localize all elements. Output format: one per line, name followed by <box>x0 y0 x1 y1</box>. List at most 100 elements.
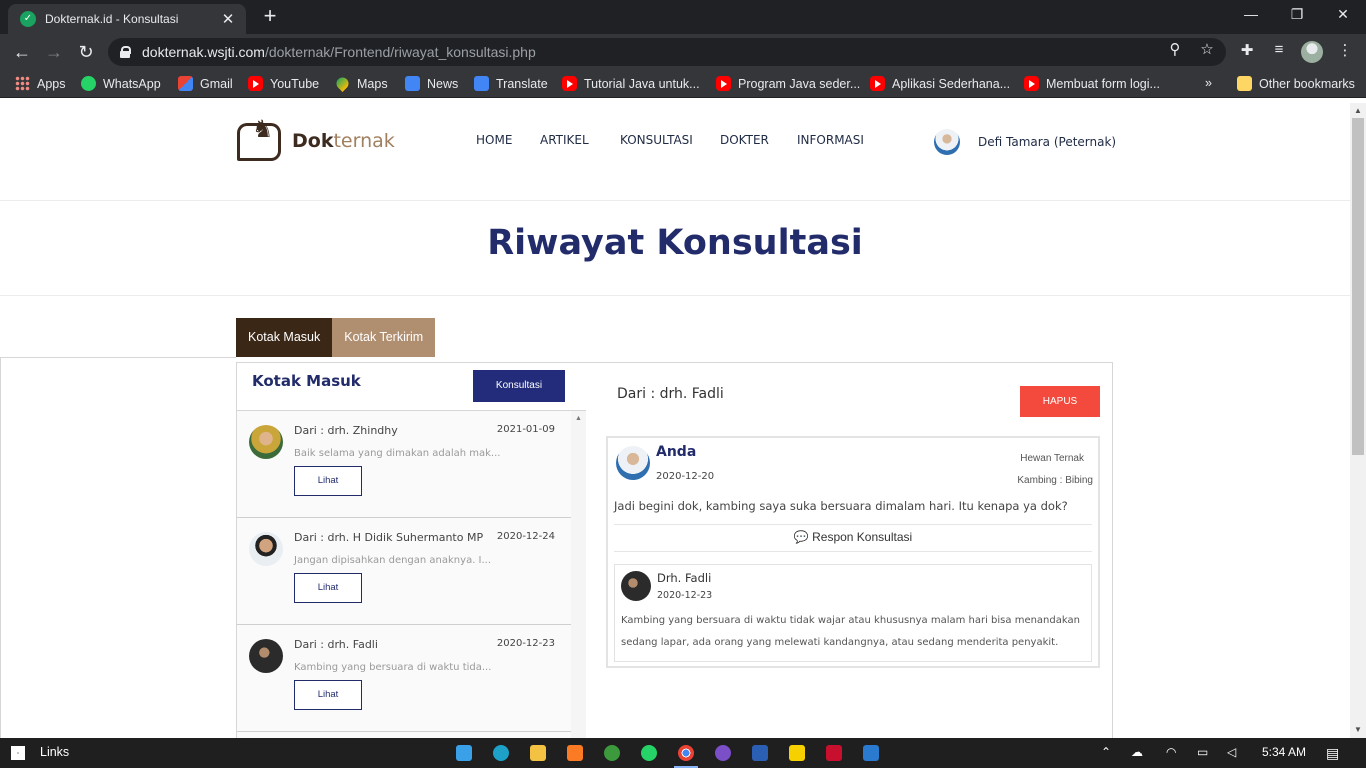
bookmark-apps[interactable]: Apps <box>15 76 66 91</box>
list-item[interactable]: Dari : drh. H Didik Suhermanto MP 2020-1… <box>237 518 571 625</box>
reply-author: Drh. Fadli <box>657 571 712 585</box>
bookmark-form-login[interactable]: Membuat form logi... <box>1024 76 1160 91</box>
app-icon[interactable] <box>863 745 879 761</box>
bookmark-maps[interactable]: Maps <box>334 75 388 92</box>
list-item[interactable]: Dari : drh. Zhindhy 2021-01-09 Baik sela… <box>237 411 571 518</box>
maps-icon <box>334 75 351 92</box>
gmail-icon <box>178 76 193 91</box>
tab-kotak-terkirim[interactable]: Kotak Terkirim <box>332 318 436 357</box>
bookmark-whatsapp[interactable]: WhatsApp <box>81 76 161 91</box>
wifi-icon[interactable]: ◠ <box>1166 745 1176 759</box>
reply-text: Kambing yang bersuara di waktu tidak waj… <box>621 615 1080 648</box>
calendar-app-icon[interactable] <box>456 745 472 761</box>
avatar <box>249 639 283 673</box>
message-preview: Kambing yang bersuara di waktu tida... <box>294 662 492 673</box>
close-tab-icon[interactable]: ✕ <box>220 10 236 28</box>
delete-button[interactable]: HAPUS <box>1020 386 1100 417</box>
edge-icon[interactable] <box>493 745 509 761</box>
chrome-icon[interactable] <box>674 745 698 768</box>
nav-artikel[interactable]: ARTIKEL <box>540 133 589 147</box>
zoom-icon[interactable]: ⚲ <box>1166 40 1184 58</box>
app-icon[interactable] <box>715 745 731 761</box>
message-sender: Dari : drh. Zhindhy <box>294 424 398 437</box>
youtube-icon <box>562 76 577 91</box>
word-icon[interactable] <box>752 745 768 761</box>
address-bar[interactable]: dokternak.wsjti.com/dokternak/Frontend/r… <box>108 38 1226 66</box>
volume-icon[interactable]: ◁ <box>1227 745 1236 759</box>
new-tab-icon[interactable]: + <box>258 5 282 27</box>
minimize-icon[interactable]: — <box>1241 6 1261 22</box>
forward-icon[interactable]: → <box>42 41 66 63</box>
nav-home[interactable]: HOME <box>476 133 512 147</box>
lihat-button[interactable]: Lihat <box>294 573 362 603</box>
bookmark-tutorial-java[interactable]: Tutorial Java untuk... <box>562 76 700 91</box>
tab-title: Dokternak.id - Konsultasi <box>45 12 179 26</box>
restore-icon[interactable]: ❐ <box>1287 6 1307 23</box>
battery-icon[interactable]: ▭ <box>1197 745 1208 759</box>
scrollbar-thumb[interactable] <box>1352 118 1364 455</box>
tab-kotak-masuk[interactable]: Kotak Masuk <box>236 318 333 357</box>
user-menu[interactable]: Defi Tamara (Peternak) <box>934 129 1116 155</box>
nav-dokter[interactable]: DOKTER <box>720 133 769 147</box>
media-control-icon[interactable]: ≡ <box>1268 41 1290 58</box>
bookmark-news[interactable]: News <box>405 76 458 91</box>
question-date: 2020-12-20 <box>656 471 715 482</box>
animal-value: Kambing : Bibing <box>1017 475 1093 486</box>
back-icon[interactable]: ← <box>10 41 34 63</box>
whatsapp-icon[interactable] <box>641 745 657 761</box>
list-item[interactable]: Dari : drh. Fadli 2020-12-23 Kambing yan… <box>237 625 571 732</box>
inbox-title: Kotak Masuk <box>252 372 361 390</box>
app-icon[interactable] <box>826 745 842 761</box>
file-explorer-icon[interactable] <box>530 745 546 761</box>
scroll-up-icon[interactable]: ▲ <box>575 415 582 422</box>
divider <box>0 295 1350 296</box>
bookmark-translate[interactable]: Translate <box>474 76 548 91</box>
other-bookmarks[interactable]: Other bookmarks <box>1237 76 1355 91</box>
xampp-icon[interactable] <box>567 745 583 761</box>
extensions-icon[interactable]: ✚ <box>1236 41 1258 59</box>
sticky-notes-icon[interactable] <box>789 745 805 761</box>
nav-informasi[interactable]: INFORMASI <box>797 133 864 147</box>
app-icon[interactable] <box>604 745 620 761</box>
onedrive-icon[interactable]: ☁ <box>1131 745 1143 759</box>
bookmark-program-java[interactable]: Program Java seder... <box>716 76 860 91</box>
bookmark-star-icon[interactable]: ☆ <box>1198 40 1216 58</box>
bookmark-youtube[interactable]: YouTube <box>248 76 319 91</box>
youtube-icon <box>870 76 885 91</box>
bookmark-aplikasi[interactable]: Aplikasi Sederhana... <box>870 76 1010 91</box>
lihat-button[interactable]: Lihat <box>294 466 362 496</box>
site-logo[interactable]: ♞ Dokternak <box>236 115 395 167</box>
web-page: ♞ Dokternak HOME ARTIKEL KONSULTASI DOKT… <box>0 103 1350 738</box>
browser-toolbar: ← → ↻ dokternak.wsjti.com/dokternak/Fron… <box>0 34 1366 70</box>
respon-konsultasi-toggle[interactable]: 💬 Respon Konsultasi <box>614 524 1092 552</box>
lock-icon[interactable] <box>120 46 131 58</box>
detail-sender: Dari : drh. Fadli <box>617 386 724 402</box>
bookmark-gmail[interactable]: Gmail <box>178 76 233 91</box>
menu-icon[interactable]: ⋮ <box>1334 41 1356 59</box>
konsultasi-button[interactable]: Konsultasi <box>473 370 565 402</box>
animal-label: Hewan Ternak <box>1020 453 1084 464</box>
user-name: Defi Tamara (Peternak) <box>978 135 1117 149</box>
message-detail-panel: Dari : drh. Fadli HAPUS Anda 2020-12-20 … <box>586 362 1113 738</box>
profile-avatar[interactable] <box>1301 41 1323 63</box>
message-list: Dari : drh. Zhindhy 2021-01-09 Baik sela… <box>237 411 571 732</box>
page-scrollbar[interactable]: ▲ ▼ <box>1350 103 1366 738</box>
clock[interactable]: 5:34 AM <box>1262 745 1306 759</box>
links-toolbar[interactable]: Links <box>40 745 69 759</box>
logo-horse-icon: ♞ <box>236 115 286 167</box>
nav-konsultasi[interactable]: KONSULTASI <box>620 133 693 147</box>
list-scrollbar[interactable]: ▲ <box>571 411 586 738</box>
close-window-icon[interactable]: ✕ <box>1333 6 1353 23</box>
lihat-button[interactable]: Lihat <box>294 680 362 710</box>
site-favicon-icon: ✓ <box>20 11 36 27</box>
divider <box>0 357 236 358</box>
more-bookmarks-button[interactable]: » <box>1205 76 1212 90</box>
reload-icon[interactable]: ↻ <box>74 41 98 63</box>
url-host: dokternak.wsjti.com <box>142 44 265 60</box>
windows-start-icon[interactable] <box>11 746 25 760</box>
scroll-down-icon[interactable]: ▼ <box>1354 725 1362 734</box>
browser-tab[interactable]: ✓ Dokternak.id - Konsultasi ✕ <box>8 4 246 34</box>
chevron-up-icon[interactable]: ⌃ <box>1101 745 1111 759</box>
notification-icon[interactable]: ▤ <box>1326 745 1339 762</box>
scroll-up-icon[interactable]: ▲ <box>1354 106 1362 115</box>
